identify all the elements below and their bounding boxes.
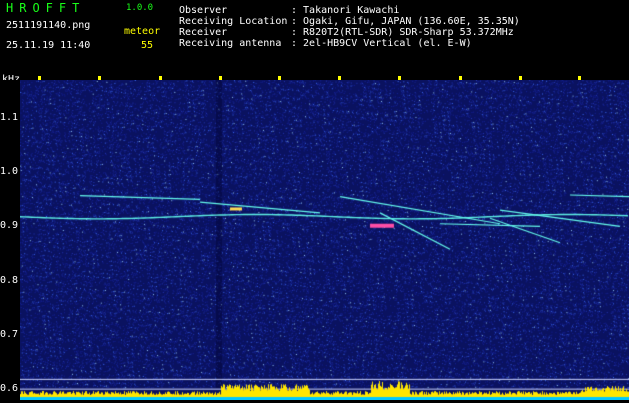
capture-datetime: 25.11.19 11:40 (6, 40, 91, 51)
frequency-tick-label: 1.0 (0, 166, 19, 178)
spectrogram (20, 80, 629, 400)
spectrogram-canvas (20, 80, 629, 400)
info-value: : Takanori Kawachi (291, 5, 400, 16)
frequency-tick-label: 1.1 (0, 111, 19, 123)
meteor-label: meteor (124, 26, 161, 37)
info-key: Receiving Location (179, 16, 288, 27)
info-location: Receiving Location: Ogaki, Gifu, JAPAN (… (179, 16, 520, 27)
info-value: : Ogaki, Gifu, JAPAN (136.60E, 35.35N) (291, 16, 520, 27)
frequency-tick-label: 0.7 (0, 328, 19, 340)
file-name: 2511191140.png (6, 20, 91, 31)
station-info: Observer : Takanori Kawachi Receiving Loc… (179, 5, 520, 49)
header: HROFFT 1.0.0 2511191140.png 25.11.19 11:… (0, 0, 629, 74)
app-name: HROFFT (6, 1, 86, 15)
frequency-tick-label: 0.9 (0, 220, 19, 232)
info-key: Receiving antenna (179, 38, 282, 49)
app-version: 1.0.0 (126, 3, 154, 13)
frequency-tick-label: 0.6 (0, 383, 19, 395)
info-value: : R820T2(RTL-SDR) SDR-Sharp 53.372MHz (291, 27, 514, 38)
frequency-axis: 1.1 1.0 0.9 0.8 0.7 0.6 (0, 80, 20, 400)
info-receiver: Receiver : R820T2(RTL-SDR) SDR-Sharp 53.3… (179, 27, 520, 38)
frequency-tick-label: 0.8 (0, 274, 19, 286)
info-antenna: Receiving antenna : 2el-HB9CV Vertical (e… (179, 38, 520, 49)
info-value: : 2el-HB9CV Vertical (el. E-W) (291, 38, 472, 49)
meteor-count: 55 (141, 40, 154, 51)
info-key: Receiver (179, 27, 228, 38)
info-observer: Observer : Takanori Kawachi (179, 5, 520, 16)
info-key: Observer (179, 5, 228, 16)
